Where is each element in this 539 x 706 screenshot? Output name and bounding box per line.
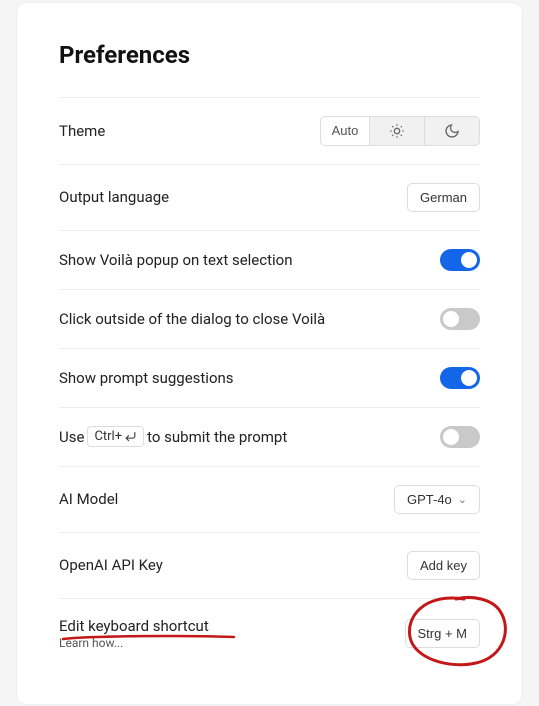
annotation-circle	[404, 593, 512, 671]
toggle-knob	[461, 370, 477, 386]
ctrl-enter-kbd: Ctrl+	[87, 426, 144, 447]
ctrl-enter-suffix: to submit the prompt	[147, 428, 287, 446]
theme-label: Theme	[59, 122, 105, 140]
row-apikey: OpenAI API Key Add key	[59, 532, 480, 598]
enter-icon	[124, 430, 137, 443]
row-popup: Show Voilà popup on text selection	[59, 230, 480, 289]
row-click-outside: Click outside of the dialog to close Voi…	[59, 289, 480, 348]
add-key-button[interactable]: Add key	[407, 551, 480, 580]
model-label: AI Model	[59, 490, 118, 508]
row-language: Output language German	[59, 164, 480, 230]
ctrl-enter-toggle[interactable]	[440, 426, 480, 448]
popup-label: Show Voilà popup on text selection	[59, 251, 293, 269]
theme-light-button[interactable]	[370, 116, 425, 146]
row-ctrl-enter: Use Ctrl+ to submit the prompt	[59, 407, 480, 466]
theme-segmented: Auto	[320, 116, 480, 146]
model-value: GPT-4o	[407, 492, 452, 507]
moon-icon	[444, 123, 460, 139]
toggle-knob	[443, 429, 459, 445]
kbd-text: Ctrl+	[94, 429, 122, 444]
language-button[interactable]: German	[407, 183, 480, 212]
theme-auto-button[interactable]: Auto	[320, 116, 370, 146]
suggestions-label: Show prompt suggestions	[59, 369, 234, 387]
language-label: Output language	[59, 188, 169, 206]
toggle-knob	[461, 252, 477, 268]
model-dropdown[interactable]: GPT-4o ⌄	[394, 485, 480, 514]
page-title: Preferences	[59, 41, 480, 69]
click-outside-label: Click outside of the dialog to close Voi…	[59, 310, 325, 328]
ctrl-enter-prefix: Use	[59, 428, 84, 446]
suggestions-toggle[interactable]	[440, 367, 480, 389]
toggle-knob	[443, 311, 459, 327]
apikey-label: OpenAI API Key	[59, 556, 163, 574]
row-theme: Theme Auto	[59, 97, 480, 164]
sun-icon	[389, 123, 405, 139]
popup-toggle[interactable]	[440, 249, 480, 271]
row-suggestions: Show prompt suggestions	[59, 348, 480, 407]
annotation-underline	[61, 627, 236, 635]
theme-dark-button[interactable]	[425, 116, 480, 146]
row-model: AI Model GPT-4o ⌄	[59, 466, 480, 532]
preferences-panel: Preferences Theme Auto Output language G…	[17, 3, 522, 704]
ctrl-enter-label: Use Ctrl+ to submit the prompt	[59, 426, 287, 447]
chevron-down-icon: ⌄	[458, 493, 467, 506]
click-outside-toggle[interactable]	[440, 308, 480, 330]
